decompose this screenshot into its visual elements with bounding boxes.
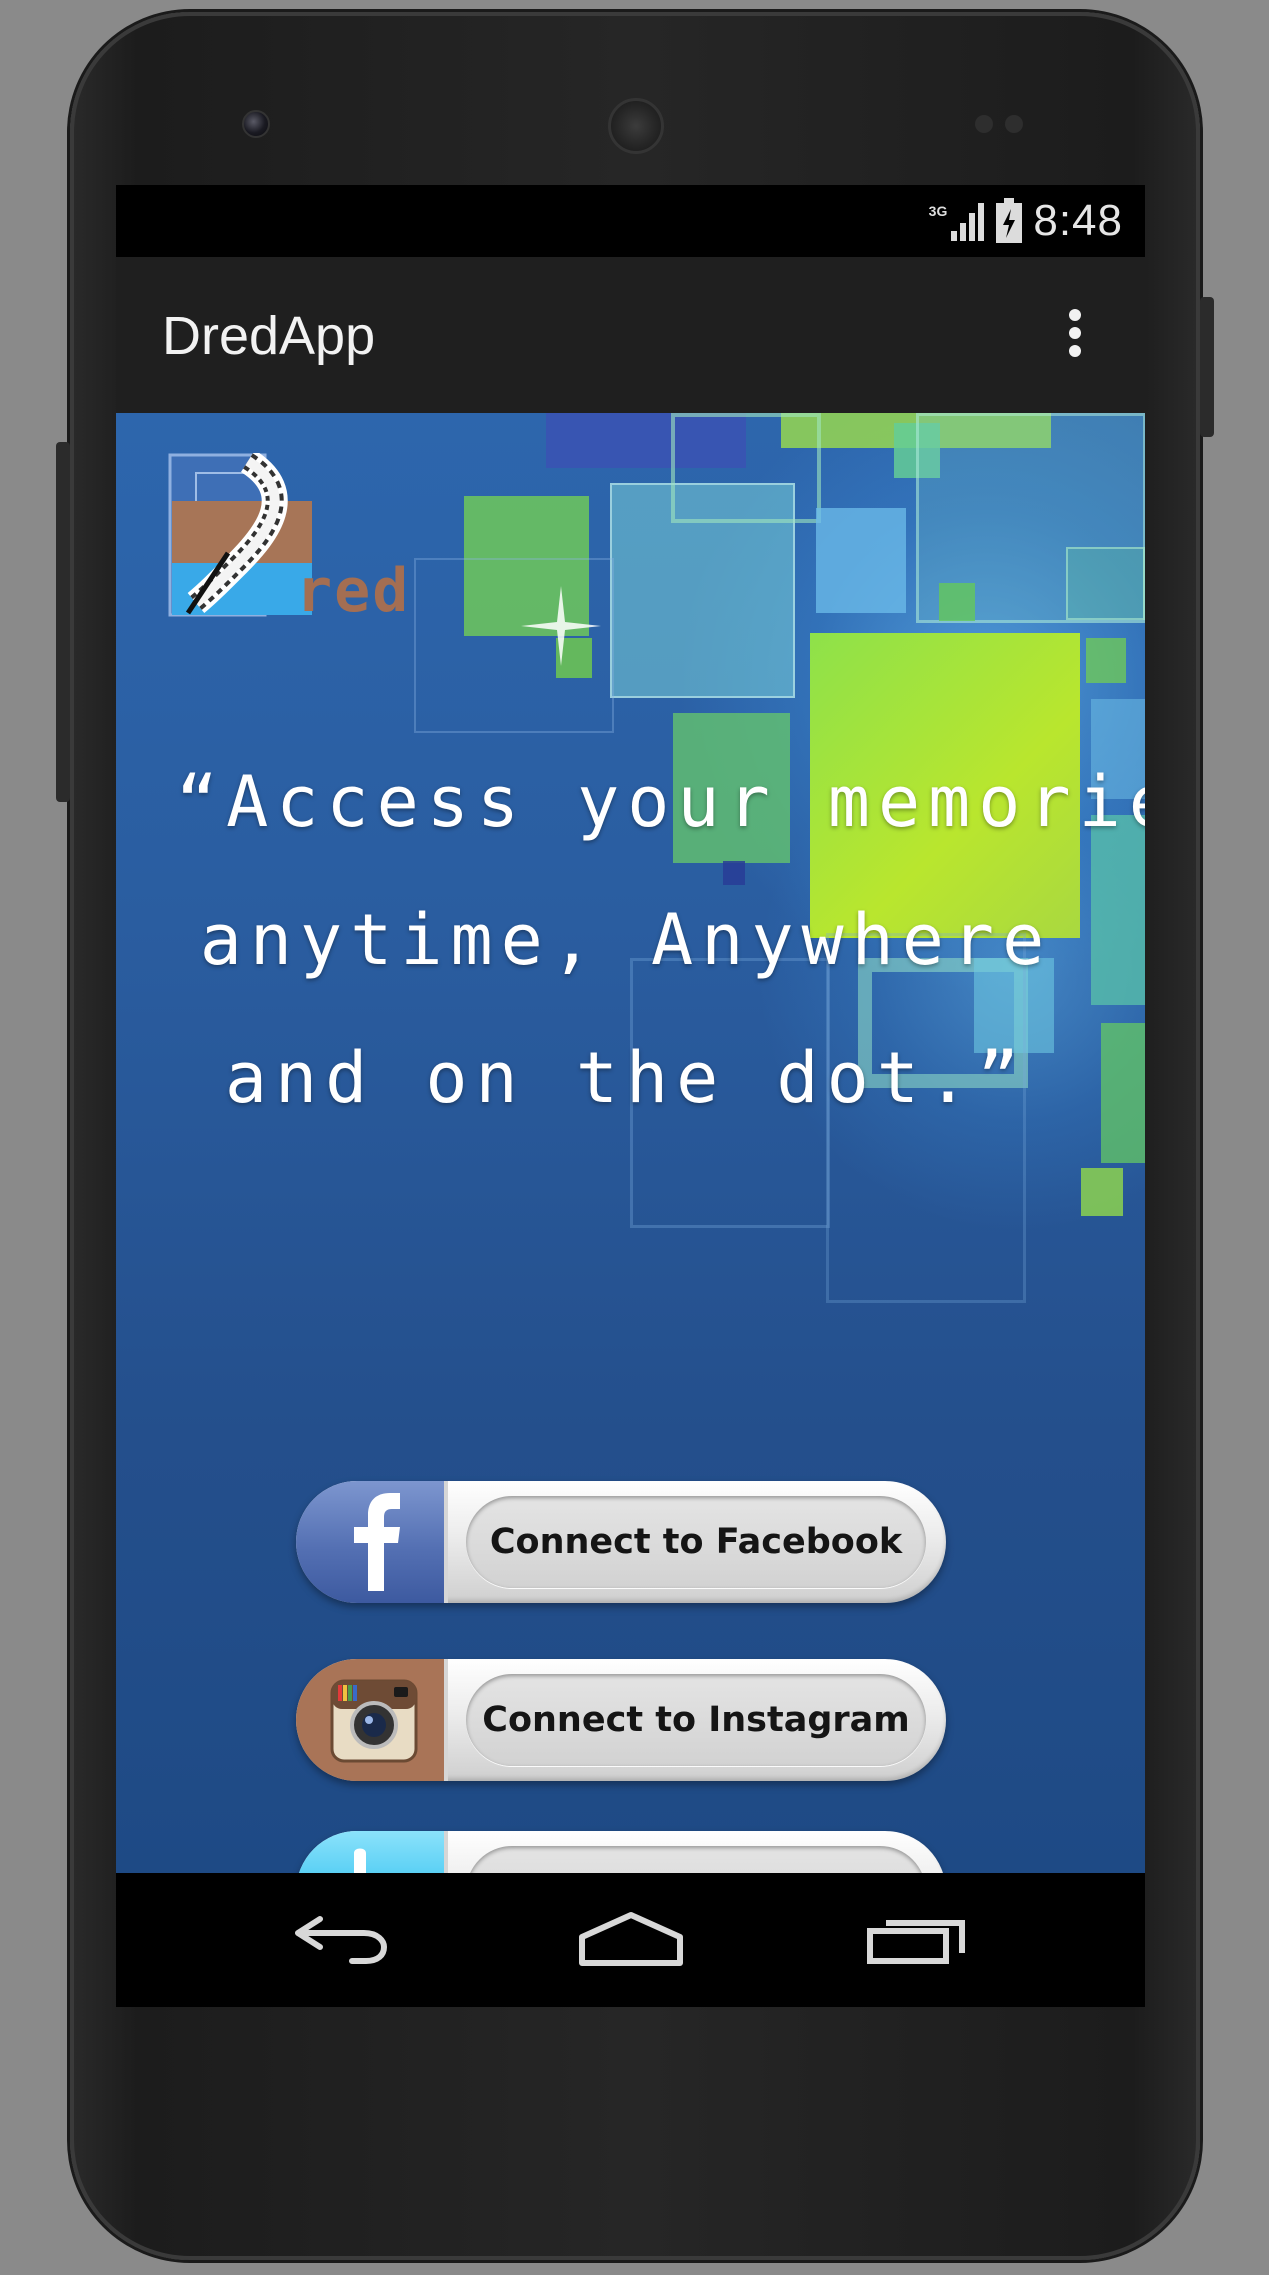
network-type: 3G [928,203,948,219]
tagline-line: “Access your memories, [176,761,1145,843]
tagline-line: anytime, Anywhere [199,899,1053,981]
decor-square [1101,1023,1145,1163]
connect-instagram-label: Connect to Instagram [466,1674,926,1766]
facebook-icon [296,1481,448,1603]
home-icon[interactable] [576,1903,686,1973]
status-clock: 8:48 [1033,196,1123,245]
status-bar: 3G 8:48 [116,185,1145,257]
app-title: DredApp [162,306,376,366]
volume-button [56,442,70,802]
proximity-sensor [975,115,993,133]
decor-square [1091,815,1145,1005]
earpiece-speaker [608,98,664,154]
tagline-line: and on the dot.” [224,1037,1028,1119]
tagline: “Access your memories, anytime, Anywhere… [176,733,1145,1147]
twitter-icon [296,1831,448,1873]
connect-facebook-label: Connect to Facebook [466,1496,926,1588]
battery-charging-icon [996,198,1023,243]
overflow-menu-icon[interactable] [1055,301,1095,365]
recent-apps-icon[interactable] [866,1903,976,1973]
light-sensor [1005,115,1023,133]
decor-square [1086,638,1126,683]
action-bar: DredApp [116,257,1145,413]
decor-square [1081,1168,1123,1216]
main-content: red “Access your memories, anytime, Anyw… [116,413,1145,1873]
navigation-bar [116,1873,1145,2007]
logo-text: red [296,556,410,623]
instagram-icon [296,1659,448,1781]
sparkle-icon [521,586,601,666]
dred-logo: red [168,453,410,623]
decor-square [939,583,975,621]
decor-square [671,413,821,523]
connect-instagram-button[interactable]: Connect to Instagram [296,1659,946,1781]
connect-facebook-button[interactable]: Connect to Facebook [296,1481,946,1603]
power-button [1200,297,1214,437]
screen: 3G 8:48 DredApp red “Access your memor a… [116,185,1145,2007]
back-icon[interactable] [286,1903,396,1973]
connect-twitter-button[interactable]: Connect to Twitter [296,1831,946,1873]
signal-icon [951,203,985,241]
front-camera [242,110,270,138]
decor-square [816,508,906,613]
connect-twitter-label: Connect to Twitter [466,1846,926,1873]
decor-square [1066,547,1145,620]
